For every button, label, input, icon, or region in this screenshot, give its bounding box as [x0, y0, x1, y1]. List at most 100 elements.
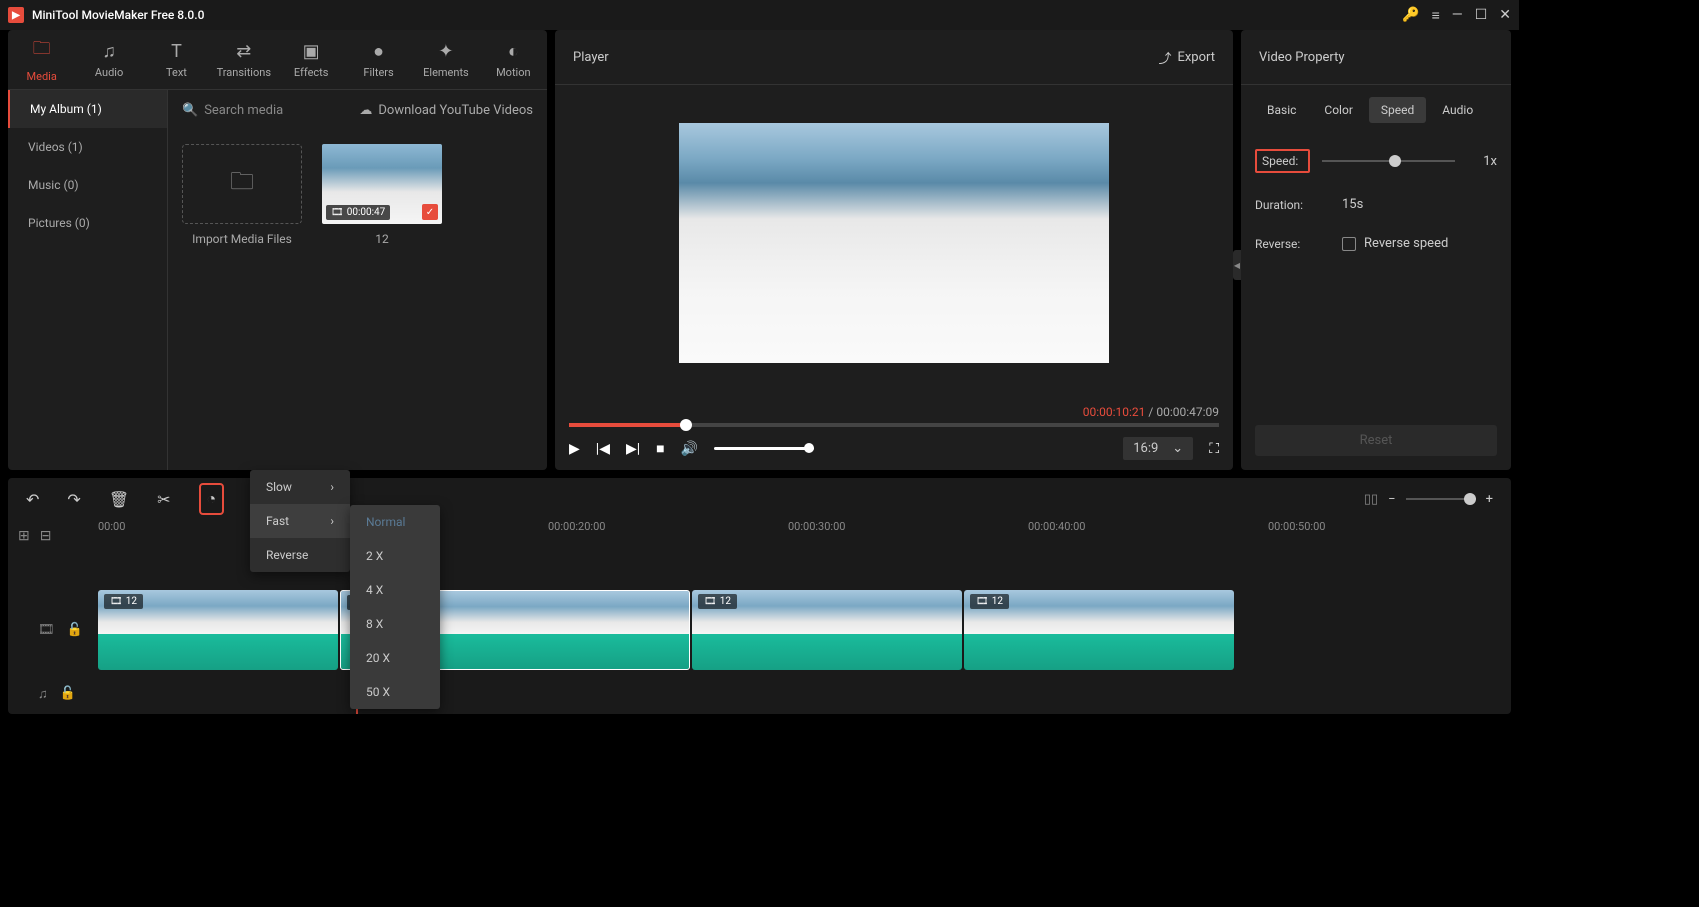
app-logo-icon: ▶ [8, 7, 24, 23]
music-icon: ♫ [38, 686, 48, 702]
remove-track-icon[interactable]: ⊟ [40, 528, 52, 544]
import-media-button[interactable]: 🗀 Import Media Files [182, 144, 302, 246]
speed-slider[interactable] [1322, 160, 1455, 162]
music-icon: ♫ [102, 41, 116, 62]
app-title: MiniTool MovieMaker Free 8.0.0 [32, 8, 1402, 22]
reset-button[interactable]: Reset [1255, 425, 1497, 456]
export-icon: ⤴ [1158, 48, 1171, 67]
property-panel: ◀ Video Property Basic Color Speed Audio… [1241, 30, 1511, 470]
prop-tab-audio[interactable]: Audio [1430, 97, 1485, 123]
redo-icon[interactable]: ↷ [67, 490, 80, 509]
sidebar-item-videos[interactable]: Videos (1) [8, 128, 167, 166]
lock-icon[interactable]: 🔓 [60, 686, 76, 702]
prop-tab-basic[interactable]: Basic [1255, 97, 1308, 123]
search-icon: 🔍 [182, 103, 198, 118]
add-track-icon[interactable]: ⊞ [18, 528, 30, 544]
close-icon[interactable]: ✕ [1499, 7, 1511, 23]
speed-value: 1x [1467, 154, 1497, 169]
speed-2x[interactable]: 2 X [350, 539, 440, 573]
tab-motion[interactable]: ◐Motion [480, 30, 547, 89]
speed-submenu: Normal 2 X 4 X 8 X 20 X 50 X [350, 505, 440, 709]
player-panel: Player ⤴Export 00:00:10:21 / 00:00:47:09… [555, 30, 1233, 470]
prev-frame-icon[interactable]: |◀ [596, 441, 610, 457]
speed-50x[interactable]: 50 X [350, 675, 440, 709]
film-icon: 🎞 [976, 596, 989, 607]
speed-normal[interactable]: Normal [350, 505, 440, 539]
video-track[interactable]: 🎞🔓 🎞12 🎞12 🎞12 🎞12 [98, 590, 1511, 670]
audio-track[interactable]: ♫🔓 [98, 674, 1511, 714]
reverse-checkbox[interactable] [1342, 237, 1356, 251]
media-panel: 🗀Media ♫Audio TText ⇄Transitions ▣Effect… [8, 30, 547, 470]
export-button[interactable]: ⤴Export [1158, 48, 1215, 67]
check-icon: ✓ [422, 204, 438, 220]
elements-icon: ✦ [438, 41, 453, 62]
transition-icon: ⇄ [236, 41, 251, 62]
property-title: Video Property [1259, 50, 1493, 65]
delete-icon[interactable]: 🗑 [109, 490, 129, 509]
download-icon: ☁ [359, 103, 372, 118]
maximize-icon[interactable]: ☐ [1475, 7, 1488, 23]
tab-audio[interactable]: ♫Audio [75, 30, 142, 89]
tab-elements[interactable]: ✦Elements [412, 30, 479, 89]
speed-4x[interactable]: 4 X [350, 573, 440, 607]
minimize-icon[interactable]: — [1452, 7, 1463, 23]
search-input[interactable]: 🔍Search media [182, 103, 347, 118]
speed-context-menu: Slow› Fast› Reverse [250, 470, 350, 572]
volume-slider[interactable] [714, 447, 814, 450]
duration-label: Duration: [1255, 198, 1310, 212]
video-preview[interactable] [679, 123, 1109, 363]
split-icon[interactable]: ✂ [157, 490, 170, 509]
fullscreen-icon[interactable]: ⛶ [1209, 441, 1219, 457]
timeline-clip[interactable]: 🎞12 [692, 590, 962, 670]
filter-icon: ● [373, 41, 384, 62]
prop-tab-speed[interactable]: Speed [1369, 97, 1426, 123]
aspect-ratio-select[interactable]: 16:9⌄ [1123, 437, 1193, 460]
text-icon: T [171, 41, 182, 62]
film-icon: 🎞 [38, 623, 55, 638]
chevron-down-icon: ⌄ [1172, 441, 1183, 456]
speed-20x[interactable]: 20 X [350, 641, 440, 675]
next-frame-icon[interactable]: ▶| [626, 441, 640, 457]
chevron-right-icon: › [330, 514, 334, 528]
undo-icon[interactable]: ↶ [26, 490, 39, 509]
duration-value: 15s [1342, 197, 1497, 212]
speed-menu-slow[interactable]: Slow› [250, 470, 350, 504]
tab-media[interactable]: 🗀Media [8, 30, 75, 89]
tab-effects[interactable]: ▣Effects [278, 30, 345, 89]
tab-text[interactable]: TText [143, 30, 210, 89]
folder-icon: 🗀 [33, 36, 51, 66]
stop-icon[interactable]: ■ [656, 440, 664, 457]
speed-menu-reverse[interactable]: Reverse [250, 538, 350, 572]
speed-8x[interactable]: 8 X [350, 607, 440, 641]
fit-icon[interactable]: ▯▯ [1364, 492, 1378, 507]
download-youtube-button[interactable]: ☁Download YouTube Videos [359, 103, 533, 118]
lock-icon[interactable]: 🔓 [67, 623, 83, 638]
panel-collapse-handle[interactable]: ◀ [1233, 250, 1241, 280]
upgrade-key-icon[interactable]: 🔑 [1402, 7, 1419, 23]
sidebar-item-music[interactable]: Music (0) [8, 166, 167, 204]
folder-plus-icon: 🗀 [230, 164, 254, 205]
play-icon[interactable]: ▶ [569, 441, 580, 457]
speed-tool-icon[interactable]: ◔ [199, 483, 225, 515]
tab-filters[interactable]: ●Filters [345, 30, 412, 89]
player-title: Player [573, 50, 1158, 65]
timeline-clip[interactable]: 🎞12 [98, 590, 338, 670]
motion-icon: ◐ [508, 41, 519, 62]
sidebar-item-myalbum[interactable]: My Album (1) [8, 90, 167, 128]
speed-label: Speed: [1255, 149, 1310, 173]
timeline-clip[interactable]: 🎞12 [964, 590, 1234, 670]
media-clip[interactable]: 🎞00:00:47 ✓ 12 [322, 144, 442, 246]
zoom-out-icon[interactable]: − [1388, 492, 1395, 507]
film-icon: 🎞 [704, 596, 717, 607]
zoom-slider[interactable] [1406, 498, 1476, 500]
sidebar-item-pictures[interactable]: Pictures (0) [8, 204, 167, 242]
timeline-panel: ↶ ↷ 🗑 ✂ ◔ ⬚ ▯▯ − + ⊞ ⊟ 00:00 00:00:20:00… [8, 478, 1511, 714]
prop-tab-color[interactable]: Color [1312, 97, 1364, 123]
speed-menu-fast[interactable]: Fast› [250, 504, 350, 538]
tab-transitions[interactable]: ⇄Transitions [210, 30, 277, 89]
player-progress-bar[interactable] [569, 423, 1219, 427]
volume-icon[interactable]: 🔊 [681, 441, 698, 457]
hamburger-icon[interactable]: ≡ [1432, 7, 1440, 24]
media-sidebar: My Album (1) Videos (1) Music (0) Pictur… [8, 90, 168, 470]
zoom-in-icon[interactable]: + [1486, 492, 1493, 507]
